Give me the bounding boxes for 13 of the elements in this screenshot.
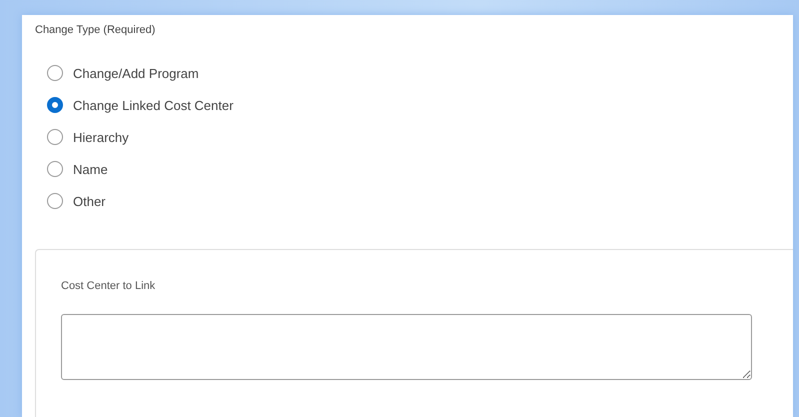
radio-option[interactable]: Change/Add Program [47,63,793,83]
text-area[interactable] [61,314,752,380]
radio-button[interactable] [47,65,63,81]
radio-option[interactable]: Change Linked Cost Center [47,95,793,115]
radio-button[interactable] [47,129,63,145]
radio-button[interactable] [47,193,63,209]
radio-option[interactable]: Other [47,191,793,211]
field-label: Cost Center to Link [61,280,156,292]
radio-button[interactable] [47,97,63,113]
radio-button[interactable] [47,161,63,177]
radio-option[interactable]: Hierarchy [47,127,793,147]
radio-option[interactable]: Name [47,159,793,179]
field-label: Change Type (Required) [35,24,156,36]
